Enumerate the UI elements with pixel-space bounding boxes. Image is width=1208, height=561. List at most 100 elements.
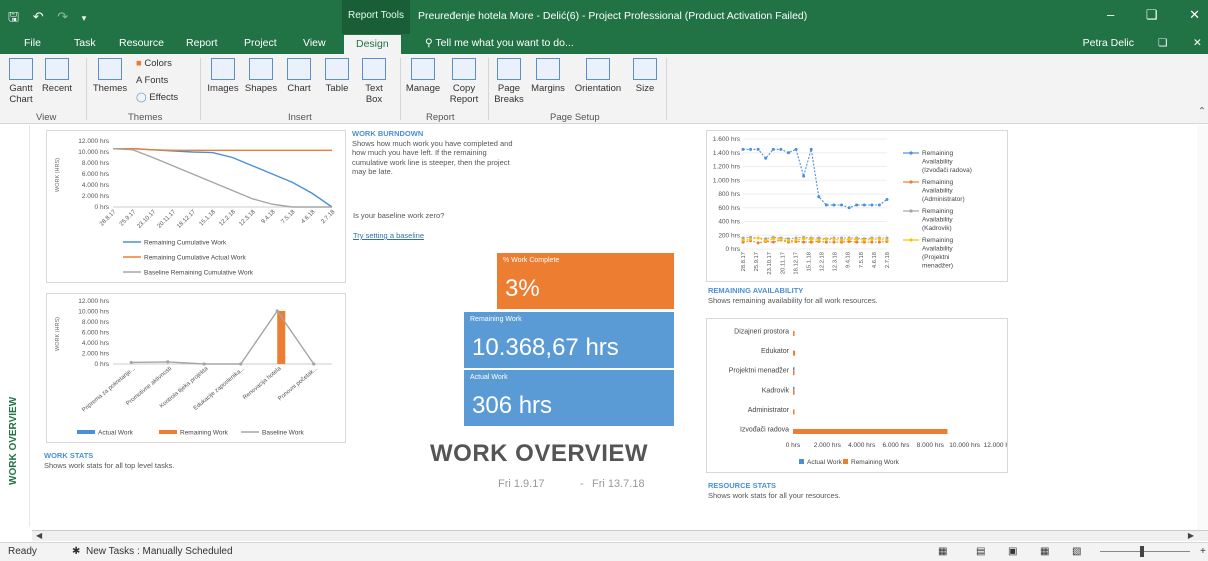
restore-icon[interactable]: ❏ [1146, 7, 1158, 22]
horizontal-scrollbar[interactable]: ◀ ▶ [32, 530, 1208, 541]
x-tick-label: 28.8.17 [99, 209, 118, 228]
recent-icon [45, 58, 69, 80]
recent-button[interactable]: Recent [40, 58, 74, 94]
report-view-icon[interactable]: ▧ [1072, 546, 1081, 557]
table-label: Table [325, 83, 349, 94]
copy-report-button[interactable]: Copy Report [446, 58, 482, 105]
line-point [870, 203, 874, 207]
colors-dropdown[interactable]: ■ Colors [136, 58, 172, 69]
ribbon-restore-icon[interactable]: ❏ [1158, 37, 1167, 49]
gantt-chart-icon [9, 58, 33, 80]
tab-project[interactable]: Project [244, 37, 277, 49]
group-separator [200, 58, 201, 120]
line-point [802, 174, 806, 178]
collapse-ribbon-icon[interactable]: ⌃ [1198, 106, 1206, 117]
baseline-link[interactable]: Try setting a baseline [353, 231, 424, 241]
y-axis-label: WORK (HRS) [55, 158, 61, 192]
remaining-work-label: Remaining Work [470, 316, 522, 323]
y-tick-label: 600 hrs [718, 205, 740, 212]
zoom-in-icon[interactable]: + [1200, 546, 1206, 557]
x-tick-label: Ponovni početak... [277, 366, 319, 403]
legend-label: menadžer) [922, 263, 953, 270]
resource-stats-text: Shows work stats for all your resources. [708, 490, 841, 500]
tab-resource[interactable]: Resource [119, 37, 164, 49]
tab-design[interactable]: Design [344, 35, 401, 54]
resource-view-icon[interactable]: ▣ [1008, 546, 1017, 557]
x-tick-label: Renovacija hotela [242, 366, 283, 402]
gantt-chart-button[interactable]: Gantt Chart [6, 58, 36, 105]
orientation-label: Orientation [574, 83, 622, 94]
y-tick-label: Kadrovik [762, 387, 790, 394]
x-tick-label: 6.000 hrs [882, 442, 910, 449]
customize-toolbar-icon[interactable]: ▾ [82, 13, 87, 23]
fonts-dropdown[interactable]: A Fonts [136, 75, 168, 86]
ribbon-close-icon[interactable]: ✕ [1193, 37, 1202, 49]
shapes-button[interactable]: Shapes [243, 58, 279, 94]
scroll-right-icon[interactable]: ▶ [1188, 531, 1194, 540]
minimize-icon[interactable]: – [1107, 7, 1114, 22]
text-box-button[interactable]: Text Box [359, 58, 389, 105]
group-label-report: Report [426, 112, 455, 123]
remaining-availability-chart[interactable]: 1.600 hrs 1.400 hrs 1.200 hrs 1.000 hrs 800 … [706, 130, 1008, 282]
x-tick-label: 28.8.17 [741, 252, 747, 271]
ribbon-tabs: File Task Resource Report Project View D… [0, 34, 1208, 54]
task-view-icon[interactable]: ▦ [938, 546, 947, 557]
series-line [112, 148, 332, 208]
legend-label: Remaining [922, 150, 953, 157]
legend-swatch [799, 459, 804, 464]
x-tick-label: 20.11.17 [780, 252, 786, 274]
table-button[interactable]: Table [322, 58, 352, 94]
tell-me-search[interactable]: ⚲ Tell me what you want to do... [425, 37, 574, 49]
resource-stats-chart[interactable]: Dizajneri prostora Edukator Projektni mena… [706, 318, 1015, 473]
zoom-slider-thumb[interactable] [1140, 546, 1144, 557]
x-tick-label: 25.9.17 [754, 252, 760, 271]
tab-file[interactable]: File [24, 37, 41, 49]
line-point [847, 237, 851, 241]
line-point [741, 147, 745, 151]
margins-button[interactable]: Margins [528, 58, 568, 94]
actual-work-tile: Actual Work 306 hrs [464, 370, 674, 426]
zoom-slider[interactable] [1100, 551, 1190, 552]
manage-button[interactable]: Manage [405, 58, 441, 94]
effects-icon: ◯ [136, 92, 147, 103]
legend-marker [909, 151, 913, 155]
images-button[interactable]: Images [206, 58, 240, 94]
tab-task[interactable]: Task [74, 37, 96, 49]
burndown-header: WORK BURNDOWN [352, 129, 424, 138]
line-point [847, 206, 851, 210]
size-button[interactable]: Size [630, 58, 660, 94]
margins-icon [536, 58, 560, 80]
burndown-chart[interactable]: 12.000 hrs 10.000 hrs 8.000 hrs 6.000 hrs 4.… [46, 130, 346, 283]
y-tick-label: 10.000 hrs [78, 309, 109, 316]
undo-icon[interactable]: ↶ [33, 9, 44, 24]
effects-dropdown[interactable]: ◯ Effects [136, 92, 178, 103]
bar [793, 350, 796, 356]
fonts-icon: A [136, 75, 142, 86]
orientation-button[interactable]: Orientation [570, 58, 626, 94]
redo-icon[interactable]: ↷ [57, 9, 68, 24]
legend-label: Remaining [922, 237, 953, 244]
tab-report[interactable]: Report [186, 37, 218, 49]
line-point [824, 203, 828, 207]
text-box-icon [362, 58, 386, 80]
y-tick-label: 12.000 hrs [78, 298, 109, 305]
chart-button[interactable]: Chart [284, 58, 314, 94]
scroll-left-icon[interactable]: ◀ [36, 531, 42, 540]
group-separator [488, 58, 489, 120]
user-name[interactable]: Petra Delic [1083, 37, 1134, 49]
line-point [756, 241, 760, 245]
new-tasks-mode[interactable]: New Tasks : Manually Scheduled [86, 546, 233, 557]
vertical-scrollbar[interactable] [1197, 125, 1208, 530]
bar [793, 429, 948, 434]
tab-view[interactable]: View [303, 37, 326, 49]
page-breaks-button[interactable]: Page Breaks [492, 58, 526, 105]
gantt-view-icon[interactable]: ▤ [976, 546, 985, 557]
save-icon[interactable]: 🖫 [8, 9, 19, 24]
work-stats-chart[interactable]: 12.000 hrs 10.000 hrs 8.000 hrs 6.000 hrs 4.… [46, 293, 346, 443]
sheet-view-icon[interactable]: ▦ [1040, 546, 1049, 557]
close-icon[interactable]: ✕ [1189, 7, 1200, 22]
themes-label: Themes [92, 83, 128, 94]
legend-label: Remaining Work [851, 459, 900, 466]
themes-button[interactable]: Themes [92, 58, 128, 94]
bar [793, 386, 795, 390]
